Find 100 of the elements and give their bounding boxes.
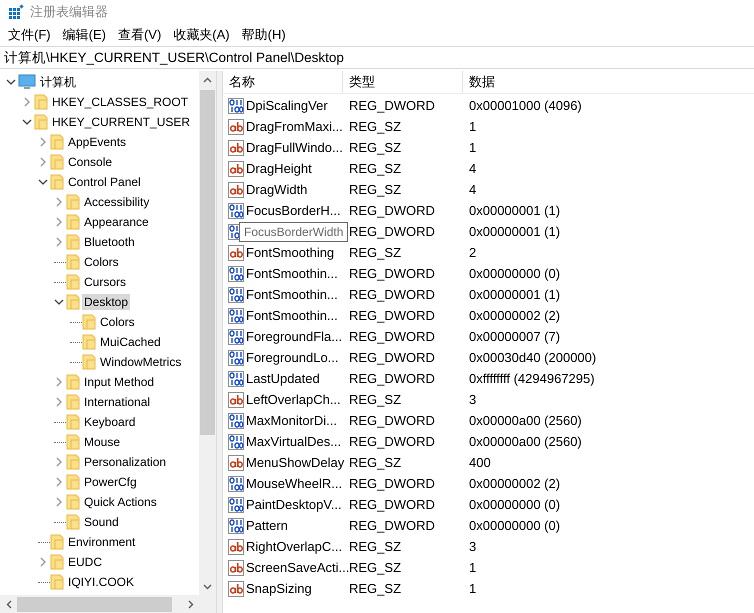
expand-chevron-icon[interactable] <box>54 497 64 507</box>
expand-chevron-icon[interactable] <box>54 237 64 247</box>
tree-item[interactable]: EUDC <box>66 554 104 570</box>
horizontal-scrollbar[interactable] <box>0 595 216 613</box>
expand-chevron-icon[interactable] <box>54 377 64 387</box>
value-name[interactable]: DragFromMaxi... <box>246 119 343 134</box>
binary-value-icon <box>228 308 244 324</box>
folder-icon <box>50 174 64 190</box>
value-data: 0x00000001 (1) <box>468 224 562 239</box>
string-value-icon <box>228 454 244 470</box>
expand-chevron-icon[interactable] <box>54 217 64 227</box>
collapse-chevron-icon[interactable] <box>6 77 16 87</box>
folder-icon <box>82 334 96 350</box>
column-header[interactable]: 数据 <box>463 71 754 93</box>
tree-item[interactable]: AppEvents <box>66 134 128 150</box>
tree-item[interactable]: Colors <box>82 254 121 270</box>
tree-item[interactable]: MuiCached <box>98 334 163 350</box>
tree-item[interactable]: IQIYI.COOK <box>66 574 136 590</box>
value-data: 0x00000000 (0) <box>468 497 562 512</box>
tree-item[interactable]: Accessibility <box>82 194 152 210</box>
address-bar[interactable]: 计算机\HKEY_CURRENT_USER\Control Panel\Desktop <box>0 46 754 69</box>
value-name[interactable]: LeftOverlapCh... <box>246 392 341 407</box>
scroll-down-icon[interactable] <box>203 584 212 590</box>
tree-item[interactable]: 计算机 <box>38 72 78 92</box>
tree-item[interactable]: Keyboard <box>82 414 138 430</box>
expand-chevron-icon[interactable] <box>38 557 48 567</box>
expand-chevron-icon[interactable] <box>22 97 32 107</box>
column-header[interactable]: 名称 <box>223 71 343 93</box>
tree-item[interactable]: Colors <box>98 314 137 330</box>
tree-item[interactable]: Input Method <box>82 374 156 390</box>
expand-chevron-icon[interactable] <box>38 137 48 147</box>
tree-item[interactable]: Appearance <box>82 214 151 230</box>
value-name[interactable]: RightOverlapC... <box>246 539 342 554</box>
value-name[interactable]: MouseWheelR... <box>246 476 342 491</box>
value-type: REG_SZ <box>348 119 402 134</box>
value-name[interactable]: FontSmoothin... <box>246 308 338 323</box>
value-name[interactable]: DragFullWindo... <box>246 140 343 155</box>
tree-item[interactable]: PowerCfg <box>82 474 139 490</box>
collapse-chevron-icon[interactable] <box>22 117 32 127</box>
tree-item[interactable]: Console <box>66 154 114 170</box>
value-type: REG_DWORD <box>348 98 436 113</box>
value-name[interactable]: SnapSizing <box>246 581 312 596</box>
value-type: REG_DWORD <box>348 434 436 449</box>
string-value-icon <box>228 244 244 260</box>
menu-item[interactable]: 文件(F) <box>2 26 57 44</box>
value-name[interactable]: MaxMonitorDi... <box>246 413 338 428</box>
value-type: REG_DWORD <box>348 497 436 512</box>
tree-item[interactable]: Mouse <box>82 434 122 450</box>
vertical-scrollbar[interactable] <box>199 71 216 595</box>
menu-item[interactable]: 查看(V) <box>112 26 168 44</box>
scroll-up-icon[interactable] <box>203 76 212 82</box>
tree-item[interactable]: Control Panel <box>66 174 143 190</box>
menu-item[interactable]: 收藏夹(A) <box>167 26 236 44</box>
value-name[interactable]: FocusBorderH... <box>246 203 341 218</box>
folder-icon <box>34 94 48 110</box>
value-name[interactable]: ForegroundLo... <box>246 350 339 365</box>
value-name[interactable]: ForegroundFla... <box>246 329 342 344</box>
menu-item[interactable]: 帮助(H) <box>236 26 292 44</box>
value-name[interactable]: MenuShowDelay <box>246 455 344 470</box>
value-name[interactable]: Pattern <box>246 518 288 533</box>
value-data: 0x00000007 (7) <box>468 329 562 344</box>
value-name[interactable]: FontSmoothin... <box>246 287 338 302</box>
value-data: 3 <box>468 539 478 554</box>
folder-icon <box>66 294 80 310</box>
expand-chevron-icon[interactable] <box>54 457 64 467</box>
value-name[interactable]: ScreenSaveActi... <box>246 560 350 575</box>
scroll-right-icon[interactable] <box>188 600 194 608</box>
column-header[interactable]: 类型 <box>343 71 463 93</box>
tree-item[interactable]: Cursors <box>82 274 128 290</box>
value-name[interactable]: MaxVirtualDes... <box>246 434 342 449</box>
tree-item[interactable]: Desktop <box>82 294 130 310</box>
expand-chevron-icon[interactable] <box>54 197 64 207</box>
expand-chevron-icon[interactable] <box>54 477 64 487</box>
folder-icon <box>34 114 48 130</box>
collapse-chevron-icon[interactable] <box>38 177 48 187</box>
binary-value-icon <box>228 476 244 492</box>
value-name[interactable]: PaintDesktopV... <box>246 497 342 512</box>
tree-item[interactable]: HKEY_CLASSES_ROOT <box>50 94 190 110</box>
scroll-left-icon[interactable] <box>6 600 12 608</box>
value-name[interactable]: DpiScalingVer <box>246 98 328 113</box>
tree-item[interactable]: HKEY_CURRENT_USER <box>50 114 192 130</box>
tree-item[interactable]: WindowMetrics <box>98 354 184 370</box>
tree-item[interactable]: International <box>82 394 152 410</box>
value-name[interactable]: LastUpdated <box>246 371 320 386</box>
tree-item[interactable]: Personalization <box>82 454 168 470</box>
collapse-chevron-icon[interactable] <box>54 297 64 307</box>
folder-icon <box>66 254 80 270</box>
tree-item[interactable]: Environment <box>66 534 138 550</box>
expand-chevron-icon[interactable] <box>38 157 48 167</box>
value-name[interactable]: FontSmoothing <box>246 245 334 260</box>
menu-item[interactable]: 编辑(E) <box>56 26 112 44</box>
tree-item[interactable]: Sound <box>82 514 121 530</box>
expand-chevron-icon[interactable] <box>54 397 64 407</box>
value-name[interactable]: DragHeight <box>246 161 312 176</box>
tree-item[interactable]: Quick Actions <box>82 494 159 510</box>
value-name[interactable]: DragWidth <box>246 182 308 197</box>
value-type: REG_SZ <box>348 539 402 554</box>
folder-icon <box>82 354 96 370</box>
tree-item[interactable]: Bluetooth <box>82 234 137 250</box>
value-name[interactable]: FontSmoothin... <box>246 266 338 281</box>
